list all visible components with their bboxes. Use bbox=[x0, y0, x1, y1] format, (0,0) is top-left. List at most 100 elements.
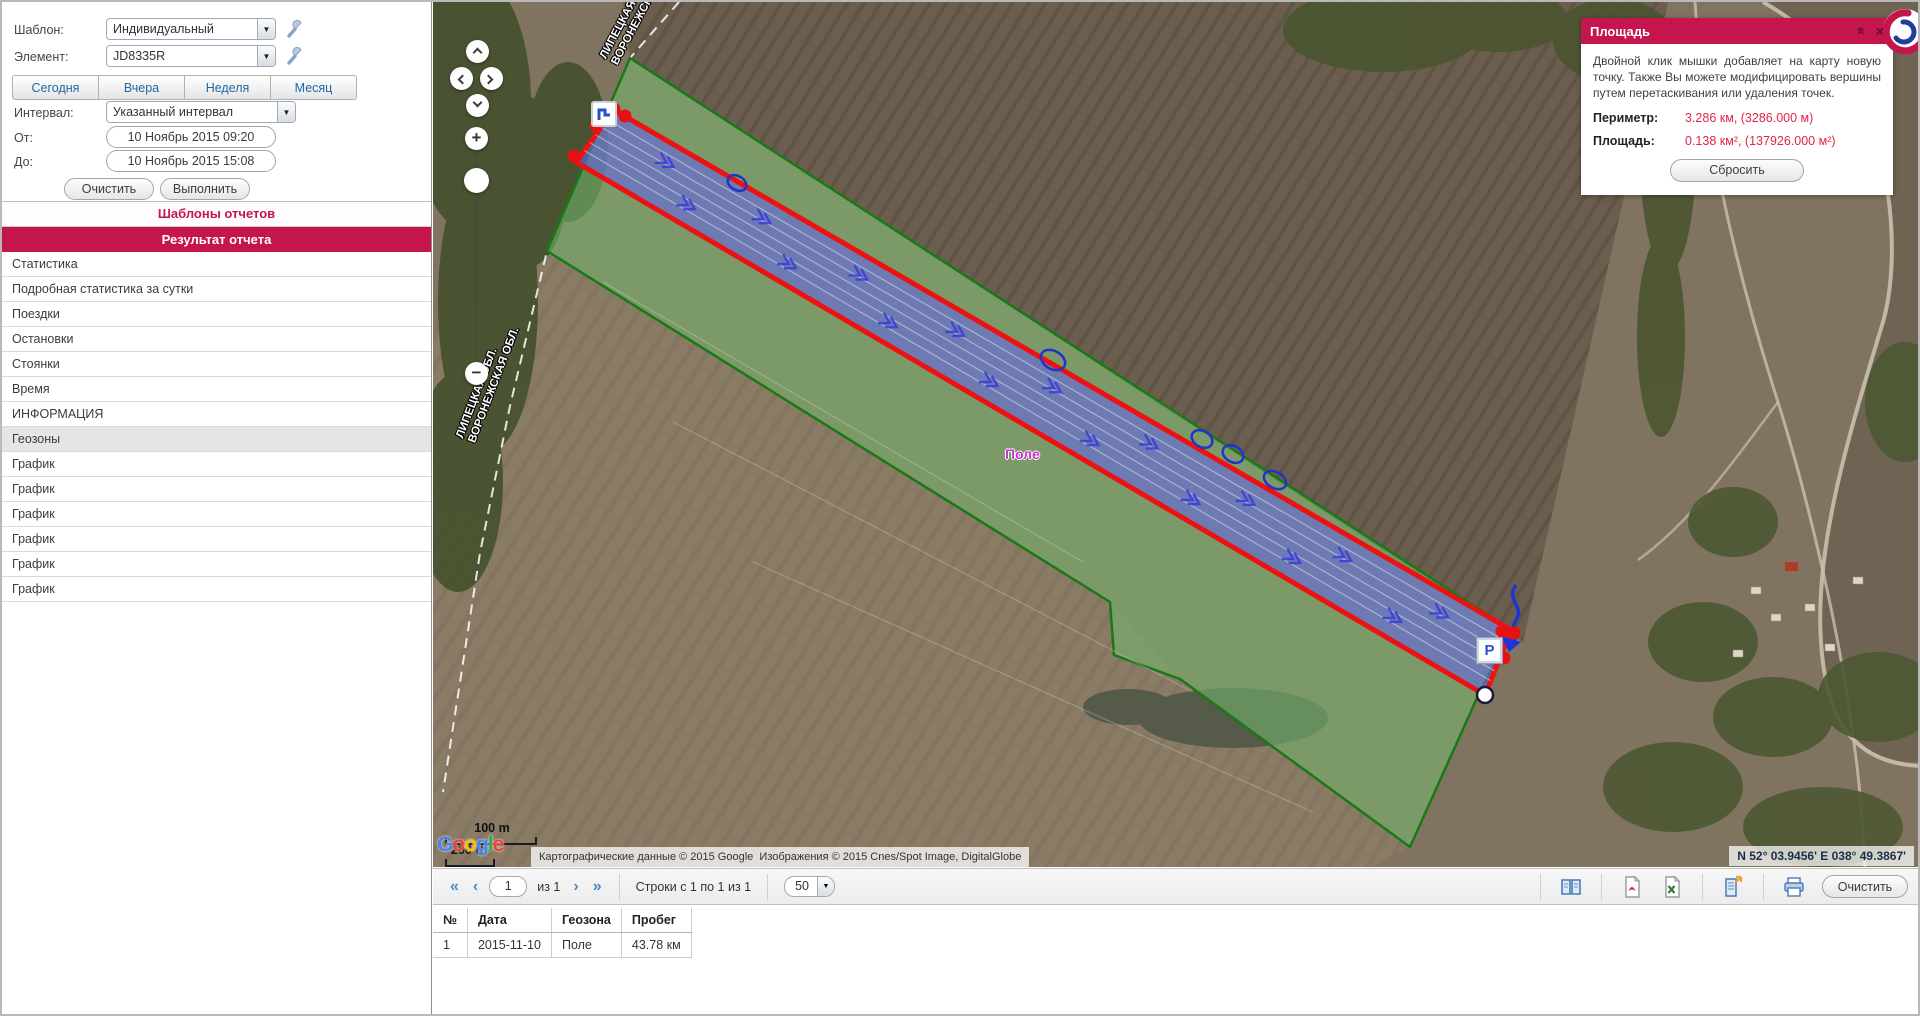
report-list-item[interactable]: График bbox=[2, 502, 431, 527]
report-list-item[interactable]: График bbox=[2, 527, 431, 552]
pan-up-button[interactable] bbox=[466, 40, 489, 63]
zoom-out-button[interactable]: − bbox=[465, 362, 488, 385]
to-date-input[interactable]: 10 Ноябрь 2015 15:08 bbox=[106, 150, 276, 172]
results-table: №ДатаГеозонаПробег 12015-11-10Поле43.78 … bbox=[433, 908, 692, 958]
report-list-item[interactable]: Время bbox=[2, 377, 431, 402]
toolbar-separator bbox=[1763, 874, 1764, 900]
measure-vertex-handle[interactable] bbox=[1477, 687, 1493, 703]
google-logo[interactable]: Google bbox=[437, 833, 503, 857]
map-canvas[interactable]: ЛИПЕЦКАЯ О ВОРОНЕЖСКАЯ ЛИПЕЦКАЯ ОБЛ. ВОР… bbox=[433, 2, 1918, 867]
results-table-wrap: №ДатаГеозонаПробег 12015-11-10Поле43.78 … bbox=[433, 908, 692, 958]
print-icon[interactable] bbox=[1782, 875, 1806, 899]
area-popup-body: Двойной клик мышки добавляет на карту но… bbox=[1581, 44, 1893, 195]
report-list-item[interactable]: График bbox=[2, 452, 431, 477]
export-excel-icon[interactable] bbox=[1660, 875, 1684, 899]
tab-today[interactable]: Сегодня bbox=[12, 75, 99, 100]
cursor-coordinates: N 52° 03.9456' E 038° 49.3867' bbox=[1729, 846, 1914, 866]
report-book-icon[interactable] bbox=[1559, 875, 1583, 899]
report-list-item[interactable]: ИНФОРМАЦИЯ bbox=[2, 402, 431, 427]
area-label: Площадь: bbox=[1593, 134, 1685, 148]
export-tools: Очистить bbox=[1530, 874, 1908, 900]
report-form: Шаблон: Индивидуальный ▼ Элемент: JD8335… bbox=[2, 2, 431, 202]
template-select-value: Индивидуальный bbox=[107, 19, 257, 39]
page-count-label: из 1 bbox=[537, 880, 560, 894]
google-logo-letter: g bbox=[476, 833, 488, 856]
to-label: До: bbox=[14, 155, 33, 169]
results-toolbar: « ‹ 1 из 1 › » Строки с 1 по 1 из 1 50 ▼ bbox=[433, 868, 1918, 905]
toolbar-separator bbox=[619, 874, 620, 900]
report-list-item[interactable]: Статистика bbox=[2, 252, 431, 277]
pan-down-button[interactable] bbox=[466, 94, 489, 117]
page-size-select[interactable]: 50 ▼ bbox=[784, 876, 835, 897]
chevron-left-icon bbox=[458, 75, 468, 85]
copy-export-icon[interactable] bbox=[1721, 875, 1745, 899]
report-list-item[interactable]: График bbox=[2, 577, 431, 602]
report-list-item[interactable]: Геозоны bbox=[2, 427, 431, 452]
table-clear-button[interactable]: Очистить bbox=[1822, 875, 1908, 898]
area-popup-description: Двойной клик мышки добавляет на карту но… bbox=[1593, 54, 1881, 102]
last-page-button[interactable]: » bbox=[593, 878, 602, 896]
chevron-down-icon: ▼ bbox=[817, 877, 834, 896]
interval-label: Интервал: bbox=[14, 106, 74, 120]
app-logo-icon[interactable] bbox=[1881, 7, 1918, 55]
zoom-slider-handle[interactable] bbox=[464, 168, 489, 193]
report-list: СтатистикаПодробная статистика за суткиП… bbox=[2, 252, 431, 602]
table-header-cell: № bbox=[433, 908, 467, 933]
google-logo-letter: e bbox=[493, 833, 504, 856]
wrench-icon[interactable] bbox=[285, 19, 305, 39]
area-popup: Площадь « × Двойной клик мышки добавляет… bbox=[1581, 18, 1893, 195]
element-select[interactable]: JD8335R ▼ bbox=[106, 45, 276, 67]
table-header-row: №ДатаГеозонаПробег bbox=[433, 908, 691, 933]
scale-imperial-bar bbox=[445, 859, 495, 867]
report-list-item[interactable]: График bbox=[2, 477, 431, 502]
table-cell: Поле bbox=[551, 933, 621, 958]
clear-button[interactable]: Очистить bbox=[64, 178, 154, 200]
tab-month[interactable]: Месяц bbox=[270, 75, 357, 100]
interval-select-value: Указанный интервал bbox=[107, 102, 277, 122]
toolbar-separator bbox=[1601, 874, 1602, 900]
templates-section-header[interactable]: Шаблоны отчетов bbox=[2, 202, 431, 227]
period-tabs: Сегодня Вчера Неделя Месяц bbox=[12, 75, 357, 100]
from-date-input[interactable]: 10 Ноябрь 2015 09:20 bbox=[106, 126, 276, 148]
parking-marker[interactable]: P bbox=[1477, 638, 1502, 663]
table-row[interactable]: 12015-11-10Поле43.78 км bbox=[433, 933, 691, 958]
track-start-marker[interactable] bbox=[592, 102, 616, 126]
wrench-icon[interactable] bbox=[285, 46, 305, 66]
chevron-down-icon[interactable]: ▼ bbox=[277, 102, 295, 122]
reset-button[interactable]: Сбросить bbox=[1670, 159, 1804, 182]
interval-select[interactable]: Указанный интервал ▼ bbox=[106, 101, 296, 123]
report-list-item[interactable]: Подробная статистика за сутки bbox=[2, 277, 431, 302]
zoom-in-button[interactable]: + bbox=[465, 127, 488, 150]
collapse-icon[interactable]: « bbox=[1854, 27, 1870, 35]
report-list-item[interactable]: Поездки bbox=[2, 302, 431, 327]
map-attribution: Картографические данные © 2015 Google Из… bbox=[531, 847, 1029, 867]
run-button[interactable]: Выполнить bbox=[160, 178, 250, 200]
google-logo-letter: G bbox=[437, 833, 452, 856]
report-list-item[interactable]: График bbox=[2, 552, 431, 577]
table-header-cell: Геозона bbox=[551, 908, 621, 933]
table-header-cell: Пробег bbox=[621, 908, 691, 933]
chevron-down-icon[interactable]: ▼ bbox=[257, 46, 275, 66]
pan-right-button[interactable] bbox=[480, 67, 503, 90]
pan-left-button[interactable] bbox=[450, 67, 473, 90]
export-pdf-icon[interactable] bbox=[1620, 875, 1644, 899]
toolbar-separator bbox=[1702, 874, 1703, 900]
area-value: 0.138 км², (137926.000 м²) bbox=[1685, 134, 1836, 148]
page-number-input[interactable]: 1 bbox=[489, 876, 527, 897]
template-select[interactable]: Индивидуальный ▼ bbox=[106, 18, 276, 40]
result-section-header[interactable]: Результат отчета bbox=[2, 227, 431, 252]
table-header-cell: Дата bbox=[467, 908, 551, 933]
element-select-value: JD8335R bbox=[107, 46, 257, 66]
report-list-item[interactable]: Стоянки bbox=[2, 352, 431, 377]
table-cell: 1 bbox=[433, 933, 467, 958]
chevron-up-icon bbox=[473, 48, 483, 58]
report-list-item[interactable]: Остановки bbox=[2, 327, 431, 352]
first-page-button[interactable]: « bbox=[450, 878, 459, 896]
tab-yesterday[interactable]: Вчера bbox=[98, 75, 185, 100]
chevron-down-icon[interactable]: ▼ bbox=[257, 19, 275, 39]
area-popup-header[interactable]: Площадь « × bbox=[1581, 18, 1893, 44]
next-page-button[interactable]: › bbox=[573, 878, 578, 896]
prev-page-button[interactable]: ‹ bbox=[473, 878, 478, 896]
template-label: Шаблон: bbox=[14, 23, 64, 37]
tab-week[interactable]: Неделя bbox=[184, 75, 271, 100]
